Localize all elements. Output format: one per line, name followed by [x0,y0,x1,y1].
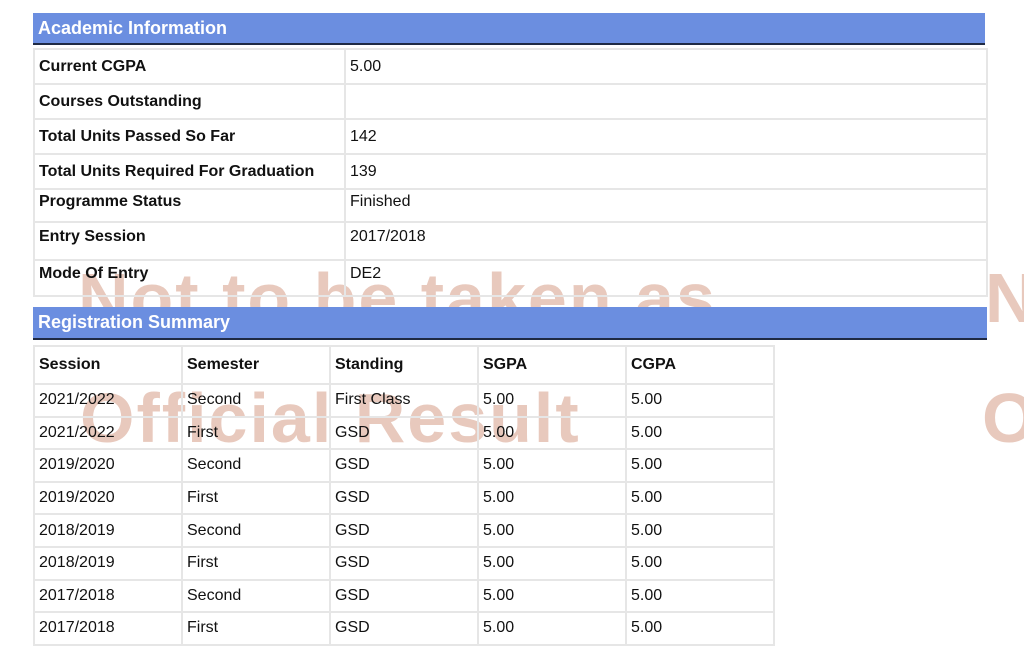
cell-sgpa: 5.00 [477,480,627,516]
watermark-trailing-2: O [982,379,1024,457]
row-value: DE2 [344,259,988,297]
cell-semester: First [181,611,331,646]
cell-standing: GSD [329,415,479,451]
cell-sgpa: 5.00 [477,448,627,483]
cell-sgpa: 5.00 [477,578,627,614]
column-header-sgpa: SGPA [477,345,627,385]
cell-sgpa: 5.00 [477,513,627,548]
table-row: Total Units Passed So Far 142 [33,118,988,155]
table-row: Courses Outstanding [33,83,988,120]
registration-summary-header: Registration Summary [33,307,987,340]
column-header-cgpa: CGPA [625,345,775,385]
cell-session: 2019/2020 [33,480,183,516]
cell-semester: Second [181,513,331,548]
row-label: Total Units Required For Graduation [33,153,346,190]
row-value: 139 [344,153,988,190]
cell-cgpa: 5.00 [625,383,775,418]
cell-sgpa: 5.00 [477,415,627,451]
row-label: Current CGPA [33,48,346,85]
cell-semester: Second [181,448,331,483]
cell-sgpa: 5.00 [477,383,627,418]
cell-session: 2018/2019 [33,545,183,581]
row-value: 5.00 [344,48,988,85]
row-label: Courses Outstanding [33,83,346,120]
cell-standing: GSD [329,545,479,581]
cell-session: 2019/2020 [33,448,183,483]
row-label: Total Units Passed So Far [33,118,346,155]
cell-semester: First [181,415,331,451]
academic-information-header: Academic Information [33,13,985,45]
cell-cgpa: 5.00 [625,513,775,548]
table-row: Total Units Required For Graduation 139 [33,153,988,190]
cell-sgpa: 5.00 [477,611,627,646]
column-header-semester: Semester [181,345,331,385]
column-header-standing: Standing [329,345,479,385]
cell-semester: First [181,480,331,516]
cell-cgpa: 5.00 [625,611,775,646]
cell-standing: GSD [329,513,479,548]
table-row: 2018/2019 Second GSD 5.00 5.00 [33,513,775,548]
cell-standing: First Class [329,383,479,418]
cell-cgpa: 5.00 [625,545,775,581]
cell-semester: Second [181,383,331,418]
cell-cgpa: 5.00 [625,578,775,614]
row-label: Mode Of Entry [33,259,346,297]
table-row: 2019/2020 First GSD 5.00 5.00 [33,480,775,516]
column-header-session: Session [33,345,183,385]
row-label: Entry Session [33,221,346,261]
cell-session: 2021/2022 [33,383,183,418]
registration-summary-table: Session Semester Standing SGPA CGPA 2021… [33,345,775,646]
cell-sgpa: 5.00 [477,545,627,581]
table-row: 2019/2020 Second GSD 5.00 5.00 [33,448,775,483]
table-row: 2021/2022 First GSD 5.00 5.00 [33,415,775,451]
row-value: Finished [344,188,988,223]
cell-session: 2017/2018 [33,611,183,646]
table-row: Entry Session 2017/2018 [33,221,988,261]
watermark-trailing-1: N [985,259,1024,337]
academic-information-table: Current CGPA 5.00 Courses Outstanding To… [33,48,988,297]
table-row: Mode Of Entry DE2 [33,259,988,297]
row-value: 142 [344,118,988,155]
cell-semester: Second [181,578,331,614]
table-row: 2018/2019 First GSD 5.00 5.00 [33,545,775,581]
table-row: Programme Status Finished [33,188,988,223]
cell-session: 2021/2022 [33,415,183,451]
row-value [344,83,988,120]
cell-semester: First [181,545,331,581]
table-header-row: Session Semester Standing SGPA CGPA [33,345,775,385]
cell-session: 2017/2018 [33,578,183,614]
row-value: 2017/2018 [344,221,988,261]
table-row: Current CGPA 5.00 [33,48,988,85]
cell-session: 2018/2019 [33,513,183,548]
table-row: 2017/2018 Second GSD 5.00 5.00 [33,578,775,614]
cell-cgpa: 5.00 [625,480,775,516]
cell-standing: GSD [329,448,479,483]
table-row: 2017/2018 First GSD 5.00 5.00 [33,611,775,646]
cell-cgpa: 5.00 [625,415,775,451]
cell-standing: GSD [329,578,479,614]
cell-standing: GSD [329,480,479,516]
table-row: 2021/2022 Second First Class 5.00 5.00 [33,383,775,418]
cell-cgpa: 5.00 [625,448,775,483]
row-label: Programme Status [33,188,346,223]
cell-standing: GSD [329,611,479,646]
